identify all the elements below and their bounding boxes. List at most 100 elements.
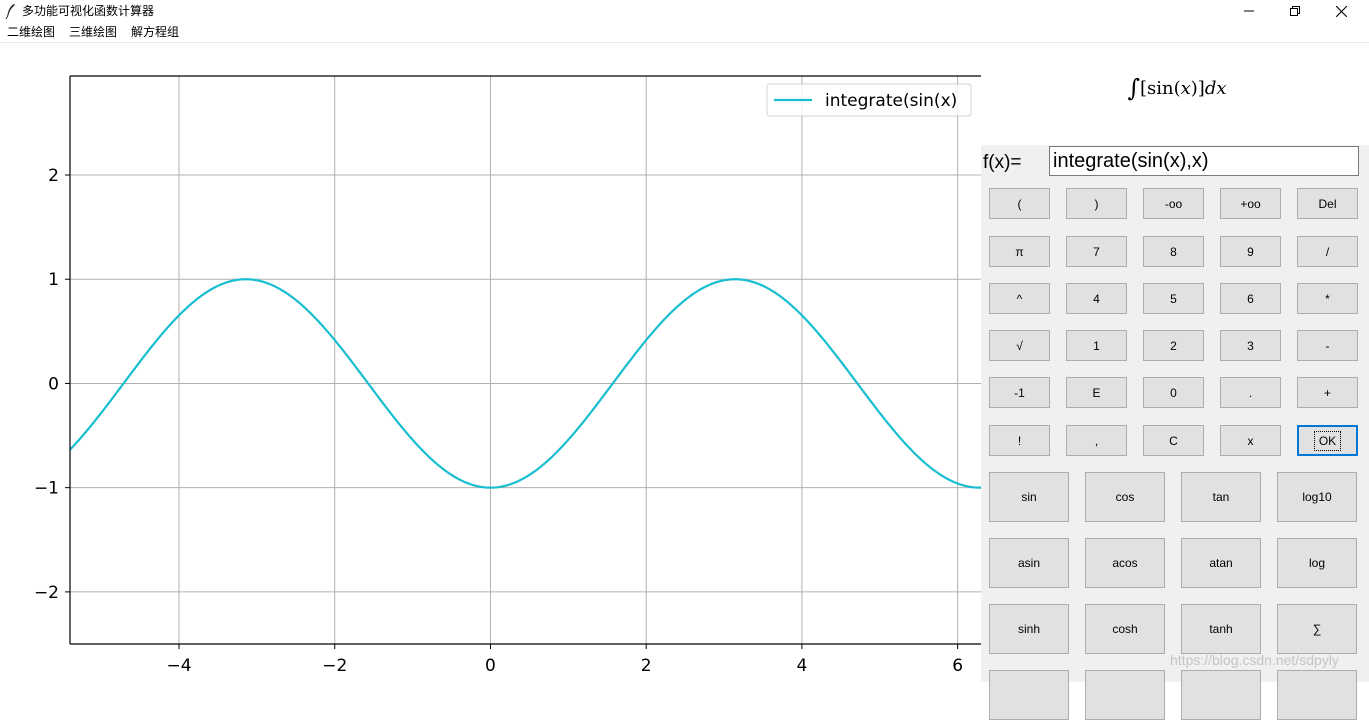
key-0-3-button[interactable]: +oo [1220,188,1281,219]
key-5-3-button[interactable]: x [1220,425,1281,456]
formula-preview: ∫[sin(x)]dx [981,43,1369,145]
key-label: - [1325,338,1330,353]
key-3-2-button[interactable]: 2 [1143,330,1204,361]
func-2-3-button[interactable]: ∑ [1277,604,1357,654]
feather-icon [5,4,15,19]
key-2-4-button[interactable]: * [1297,283,1358,314]
func-3-3-button[interactable] [1277,670,1357,720]
func-1-0-button[interactable]: asin [989,538,1069,588]
key-label: 9 [1247,244,1254,259]
key-label: +oo [1240,196,1261,211]
y-tick-label: −1 [34,479,59,499]
func-3-2-button[interactable] [1181,670,1261,720]
key-label: . [1248,385,1253,400]
key-0-4-button[interactable]: Del [1297,188,1358,219]
key-4-0-button[interactable]: -1 [989,377,1050,408]
key-0-0-button[interactable]: ( [989,188,1050,219]
menu-2d-plot[interactable]: 二维绘图 [7,25,55,39]
func-0-0-button[interactable]: sin [989,472,1069,522]
key-3-4-button[interactable]: - [1297,330,1358,361]
function-input[interactable] [1049,146,1359,176]
restore-button[interactable] [1272,0,1318,22]
key-label: 0 [1170,385,1177,400]
key-2-0-button[interactable]: ^ [989,283,1050,314]
formula-dx: dx [1204,78,1227,99]
func-2-1-button[interactable]: cosh [1085,604,1165,654]
func-1-3-button[interactable]: log [1277,538,1357,588]
func-3-1-button[interactable] [1085,670,1165,720]
x-tick-label: 0 [485,656,496,676]
key-0-2-button[interactable]: -oo [1143,188,1204,219]
func-0-1-button[interactable]: cos [1085,472,1165,522]
legend-label: integrate(sin(x) [825,91,957,111]
func-label: ∑ [1312,622,1322,636]
key-1-0-button[interactable]: π [989,236,1050,267]
x-tick-label: 6 [952,656,963,676]
key-label: √ [1016,338,1023,353]
menu-bar: 二维绘图 三维绘图 解方程组 [0,22,1369,43]
func-label: cosh [1112,622,1138,636]
calculator-panel: ∫[sin(x)]dx f(x)= () -oo +oo Del π 78 9 / ^ 4 5 6 * √… [981,43,1369,720]
key-label: 1 [1093,338,1100,353]
key-label: ( [1017,196,1022,211]
key-label: π [1015,244,1024,259]
key-2-1-button[interactable]: 4 [1066,283,1127,314]
func-label: tan [1212,490,1230,504]
func-label: sinh [1017,622,1040,636]
key-label: -oo [1164,196,1183,211]
x-tick-label: −2 [322,656,347,676]
func-label: tanh [1209,622,1233,636]
key-label: ) [1094,196,1099,211]
func-label: log [1308,556,1325,570]
minimize-button[interactable] [1226,0,1272,22]
key-0-1-button[interactable]: ) [1066,188,1127,219]
formula-part-1: [sin( [1139,78,1181,99]
func-0-2-button[interactable]: tan [1181,472,1261,522]
key-2-3-button[interactable]: 6 [1220,283,1281,314]
func-3-0-button[interactable] [989,670,1069,720]
window-title: 多功能可视化函数计算器 [22,4,155,18]
axes [65,75,981,649]
function-plot: −4 −2 0 2 4 6 −2 −1 0 1 2 integrate(sin(x) [34,75,981,676]
func-1-2-button[interactable]: atan [1181,538,1261,588]
close-button[interactable] [1318,0,1364,22]
fx-label: f(x)= [983,152,1022,173]
key-5-1-button[interactable]: , [1066,425,1127,456]
key-1-1-button[interactable]: 7 [1066,236,1127,267]
key-3-1-button[interactable]: 1 [1066,330,1127,361]
key-5-2-button[interactable]: C [1143,425,1204,456]
key-3-3-button[interactable]: 3 [1220,330,1281,361]
key-4-1-button[interactable]: E [1066,377,1127,408]
formula-render: ∫[sin(x)]dx [981,76,1369,101]
menu-solve-equations[interactable]: 解方程组 [131,25,179,39]
func-2-2-button[interactable]: tanh [1181,604,1261,654]
y-tick-label: 1 [48,270,59,290]
key-1-2-button[interactable]: 8 [1143,236,1204,267]
func-1-1-button[interactable]: acos [1085,538,1165,588]
y-tick-label: −2 [34,583,59,603]
legend: integrate(sin(x) [766,83,972,117]
key-4-2-button[interactable]: 0 [1143,377,1204,408]
func-0-3-button[interactable]: log10 [1277,472,1357,522]
key-label: 6 [1247,291,1254,306]
key-label: 3 [1247,338,1254,353]
title-bar: 多功能可视化函数计算器 [0,0,1369,22]
func-2-0-button[interactable]: sinh [989,604,1069,654]
key-label: 5 [1170,291,1177,306]
y-tick-label: 0 [48,374,59,394]
key-2-2-button[interactable]: 5 [1143,283,1204,314]
menu-3d-plot[interactable]: 三维绘图 [69,25,117,39]
x-tick-label: 4 [797,656,808,676]
key-label: E [1092,385,1101,400]
key-4-4-button[interactable]: + [1297,377,1358,408]
key-1-4-button[interactable]: / [1297,236,1358,267]
key-3-0-button[interactable]: √ [989,330,1050,361]
key-label: Del [1318,196,1337,211]
y-tick-label: 2 [48,166,59,186]
key-1-3-button[interactable]: 9 [1220,236,1281,267]
formula-part-2: )] [1190,78,1205,99]
key-5-0-button[interactable]: ! [989,425,1050,456]
key-4-3-button[interactable]: . [1220,377,1281,408]
key-5-4-button[interactable]: OK [1297,425,1358,456]
key-label: , [1094,433,1099,448]
